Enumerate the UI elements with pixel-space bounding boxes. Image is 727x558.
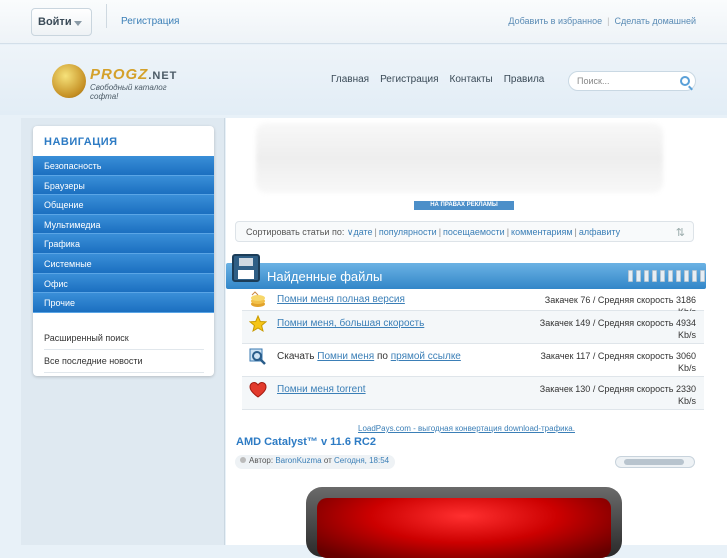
list-item: Помни меня, большая скорость Закачек 149… [242,311,704,344]
sidebar-item-graphics[interactable]: Графика [33,234,214,254]
divider: | [607,16,610,26]
sidebar-item-system[interactable]: Системные [33,253,214,274]
list-item: Помни меня полная версия Закачек 76 / Ср… [242,289,704,317]
article-date[interactable]: Сегодня, 18:54 [334,456,389,465]
top-bar: Войти Регистрация Добавить в избранное | С… [0,0,727,44]
logo-name-text: PROGZ [90,66,149,83]
register-link[interactable]: Регистрация [121,16,179,27]
nav-register[interactable]: Регистрация [380,74,438,85]
navigation-list: Безопасность Браузеры Общение Мультимеди… [33,156,214,313]
article-meta: Автор: BaronKuzma от Сегодня, 18:54 [235,455,396,469]
header-decoration [628,270,705,282]
sort-by-date[interactable]: дате [353,227,372,237]
add-favorites-link[interactable]: Добавить в избранное [508,16,602,26]
latest-news-link[interactable]: Все последние новости [44,353,204,373]
date-prefix: от [323,456,332,465]
bullet-icon [240,457,246,463]
search-input[interactable]: Поиск... [568,71,696,91]
sidebar-item-security[interactable]: Безопасность [33,156,214,176]
found-files-title: Найденные файлы [267,269,383,284]
list-item: Помни меня torrent Закачек 130 / Средняя… [242,377,704,410]
file-list: Помни меня полная версия Закачек 76 / Ср… [242,289,704,410]
sort-by-popularity[interactable]: популярности [379,227,437,237]
file-link[interactable]: Помни меня torrent [277,384,366,395]
divider [106,4,107,28]
sidebar-item-browsers[interactable]: Браузеры [33,175,214,196]
file-stats: Закачек 149 / Средняя скорость 4934 Kb/s [539,318,696,340]
file-link[interactable]: Помни меня полная версия [277,294,405,305]
navigation-box: НАВИГАЦИЯ Безопасность Браузеры Общение … [33,126,214,376]
sort-by-comments[interactable]: комментариям [511,227,573,237]
file-link[interactable]: Помни меня, большая скорость [277,318,424,329]
login-label: Войти [38,16,72,28]
navigation-title: НАВИГАЦИЯ [44,136,118,148]
author-prefix: Автор: [249,456,274,465]
logo-icon [52,64,86,98]
coins-icon [251,291,265,307]
advanced-search-link[interactable]: Расширенный поиск [44,330,204,350]
file-link[interactable]: Помни меня [317,351,374,362]
article-title[interactable]: AMD Catalyst™ v 11.6 RC2 [236,436,376,448]
search-icon[interactable] [680,76,690,86]
file-title: Помни меня torrent [277,384,366,395]
magnifier-icon [249,348,266,365]
sort-prefix: Сортировать статьи по: [246,227,345,237]
file-prefix: Скачать [277,351,315,362]
heart-icon [249,381,267,398]
list-item: Скачать Помни меня по прямой ссылке Зака… [242,344,704,377]
rating-widget[interactable] [615,456,695,468]
floppy-icon [232,254,260,282]
file-stats: Закачек 117 / Средняя скорость 3060 Kb/s [540,351,696,373]
nav-home[interactable]: Главная [331,74,369,85]
sidebar-item-multimedia[interactable]: Мультимедиа [33,214,214,235]
sort-order-icon[interactable]: ⇅ [676,226,685,239]
logo-name: PROGZ.NET [90,66,177,83]
make-home-link[interactable]: Сделать домашней [614,16,696,26]
article-image [306,487,622,558]
login-button[interactable]: Войти [31,8,92,36]
sidebar-item-communication[interactable]: Общение [33,195,214,215]
main-nav: Главная Регистрация Контакты Правила [331,74,555,85]
navigation-extra: Расширенный поиск Все последние новости [44,330,204,376]
header: PROGZ.NET Свободный каталог софта! Главн… [0,45,727,115]
chevron-down-icon [74,21,82,26]
star-icon [249,315,267,333]
nav-rules[interactable]: Правила [504,74,545,85]
ad-label: НА ПРАВАХ РЕКЛАМЫ [414,201,514,210]
file-stats: Закачек 130 / Средняя скорость 2330 Kb/s [539,384,696,406]
nav-contacts[interactable]: Контакты [450,74,493,85]
sort-by-alphabet[interactable]: алфавиту [579,227,620,237]
ad-banner[interactable] [256,123,663,193]
file-title: Помни меня полная версия [277,294,405,305]
sidebar-item-office[interactable]: Офис [33,273,214,294]
logo-tagline: Свободный каталог софта! [90,83,167,101]
author-link[interactable]: BaronKuzma [275,456,321,465]
sidebar-item-other[interactable]: Прочие [33,293,214,313]
search-placeholder: Поиск... [577,76,610,86]
sort-bar: Сортировать статьи по: ∨дате | популярност… [235,221,694,242]
top-links: Добавить в избранное | Сделать домашней [508,16,696,26]
logo-tld: .NET [148,70,178,82]
sort-by-views[interactable]: посещаемости [443,227,505,237]
loadpays-link[interactable]: LoadPays.com - выгодная конвертация down… [358,424,575,433]
file-title: Помни меня, большая скорость [277,318,424,329]
file-title: Скачать Помни меня по прямой ссылке [277,351,461,362]
direct-link[interactable]: прямой ссылке [391,351,461,362]
file-mid: по [376,351,388,362]
site-logo[interactable]: PROGZ.NET Свободный каталог софта! [52,64,197,101]
